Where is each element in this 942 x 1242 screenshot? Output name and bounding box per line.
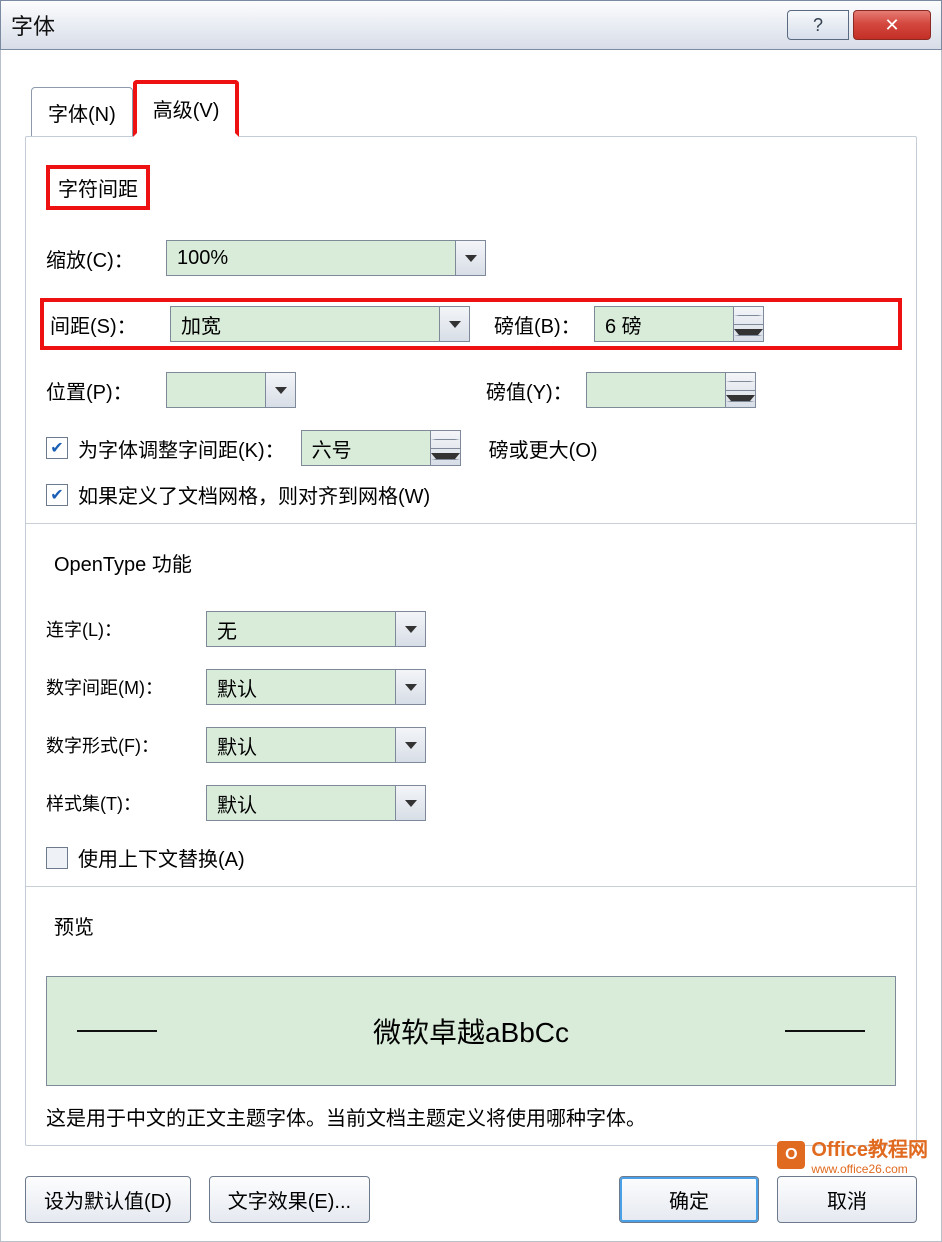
by-y-value xyxy=(587,373,725,407)
logo-icon: O xyxy=(777,1141,805,1169)
scale-combo[interactable]: 100% xyxy=(166,240,486,276)
chevron-down-icon[interactable] xyxy=(265,373,295,407)
section-char-spacing: 字符间距 xyxy=(46,165,150,210)
watermark-name: Office教程网 xyxy=(811,1139,928,1161)
kerning-checkbox[interactable]: ✔ xyxy=(46,437,68,459)
num-form-value: 默认 xyxy=(207,728,395,762)
by-y-label: 磅值(Y)： xyxy=(486,376,586,405)
kerning-value: 六号 xyxy=(302,431,430,465)
num-form-combo[interactable]: 默认 xyxy=(206,727,426,763)
preview-box: 微软卓越aBbCc xyxy=(46,976,896,1086)
dialog-title: 字体 xyxy=(11,9,55,41)
position-combo[interactable] xyxy=(166,372,296,408)
ligatures-combo[interactable]: 无 xyxy=(206,611,426,647)
kerning-suffix: 磅或更大(O) xyxy=(489,434,598,463)
text-effects-button[interactable]: 文字效果(E)... xyxy=(209,1176,370,1223)
ligatures-label: 连字(L)： xyxy=(46,616,206,642)
contextual-label: 使用上下文替换(A) xyxy=(78,843,245,872)
titlebar: 字体 ? ✕ xyxy=(0,0,942,50)
preview-line-left xyxy=(77,1030,157,1032)
contextual-checkbox[interactable]: ✔ xyxy=(46,847,68,869)
num-spacing-label: 数字间距(M)： xyxy=(46,674,206,700)
help-button[interactable]: ? xyxy=(787,10,849,40)
by-b-spinner[interactable]: 6 磅 xyxy=(594,306,764,342)
spin-down-icon[interactable] xyxy=(431,449,460,466)
preview-desc: 这是用于中文的正文主题字体。当前文档主题定义将使用哪种字体。 xyxy=(46,1102,896,1131)
chevron-down-icon[interactable] xyxy=(439,307,469,341)
ok-button[interactable]: 确定 xyxy=(619,1176,759,1223)
by-b-label: 磅值(B)： xyxy=(494,310,594,339)
spacing-value: 加宽 xyxy=(171,307,439,341)
position-label: 位置(P)： xyxy=(46,376,166,405)
kerning-label: 为字体调整字间距(K)： xyxy=(78,434,285,463)
position-value xyxy=(167,373,265,407)
by-y-spinner[interactable] xyxy=(586,372,756,408)
num-form-label: 数字形式(F)： xyxy=(46,732,206,758)
section-preview: 预览 xyxy=(46,907,102,944)
chevron-down-icon[interactable] xyxy=(455,241,485,275)
scale-label: 缩放(C)： xyxy=(46,244,166,273)
watermark: O Office教程网 www.office26.com xyxy=(777,1133,928,1176)
style-set-combo[interactable]: 默认 xyxy=(206,785,426,821)
dialog-panel: 字符间距 缩放(C)： 100% 间距(S)： 加宽 磅值(B)： 6 磅 xyxy=(25,136,917,1146)
chevron-down-icon[interactable] xyxy=(395,728,425,762)
tab-advanced[interactable]: 高级(V) xyxy=(133,80,240,137)
style-set-value: 默认 xyxy=(207,786,395,820)
scale-value: 100% xyxy=(167,241,455,275)
style-set-label: 样式集(T)： xyxy=(46,790,206,816)
close-button[interactable]: ✕ xyxy=(853,10,931,40)
snap-grid-checkbox[interactable]: ✔ xyxy=(46,484,68,506)
cancel-button[interactable]: 取消 xyxy=(777,1176,917,1223)
spacing-combo[interactable]: 加宽 xyxy=(170,306,470,342)
spin-up-icon[interactable] xyxy=(734,307,763,325)
chevron-down-icon[interactable] xyxy=(395,786,425,820)
section-opentype: OpenType 功能 xyxy=(46,544,200,581)
spin-up-icon[interactable] xyxy=(726,373,755,391)
snap-grid-label: 如果定义了文档网格，则对齐到网格(W) xyxy=(78,480,430,509)
tab-font[interactable]: 字体(N) xyxy=(31,87,133,137)
watermark-url: www.office26.com xyxy=(811,1162,928,1176)
chevron-down-icon[interactable] xyxy=(395,670,425,704)
num-spacing-value: 默认 xyxy=(207,670,395,704)
ligatures-value: 无 xyxy=(207,612,395,646)
spin-up-icon[interactable] xyxy=(431,431,460,449)
preview-line-right xyxy=(785,1030,865,1032)
set-default-button[interactable]: 设为默认值(D) xyxy=(25,1176,191,1223)
by-b-value: 6 磅 xyxy=(595,307,733,341)
spin-down-icon[interactable] xyxy=(726,391,755,408)
preview-sample: 微软卓越aBbCc xyxy=(157,1011,785,1051)
kerning-spinner[interactable]: 六号 xyxy=(301,430,461,466)
spacing-label: 间距(S)： xyxy=(50,310,170,339)
chevron-down-icon[interactable] xyxy=(395,612,425,646)
spin-down-icon[interactable] xyxy=(734,325,763,342)
num-spacing-combo[interactable]: 默认 xyxy=(206,669,426,705)
